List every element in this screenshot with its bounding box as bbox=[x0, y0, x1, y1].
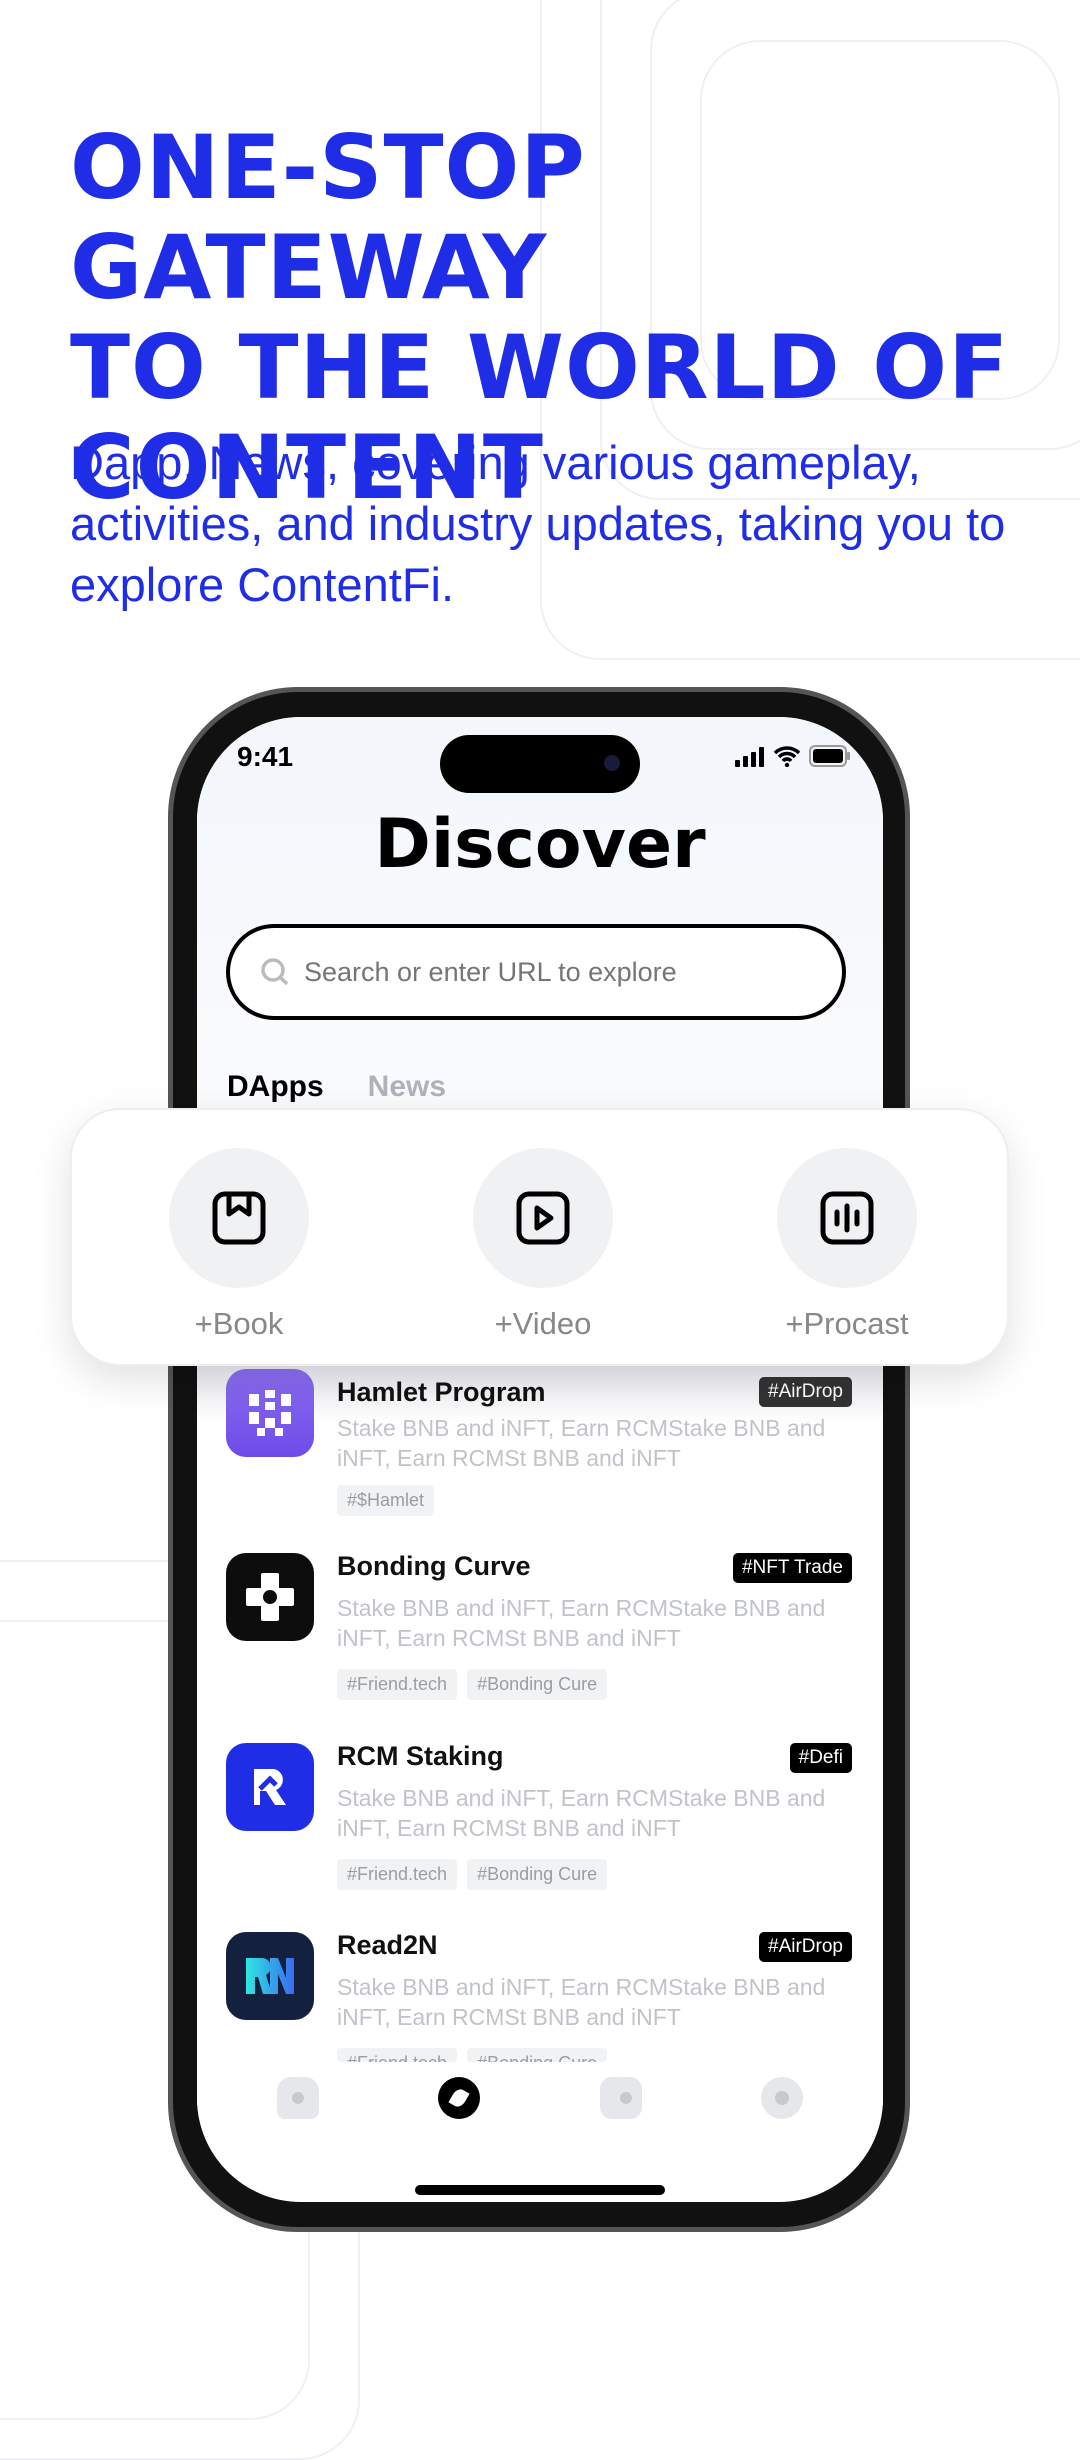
item-badge: #NFT Trade bbox=[732, 1553, 852, 1583]
battery-icon bbox=[809, 745, 850, 767]
item-badge: #AirDrop bbox=[759, 1932, 852, 1962]
home-indicator[interactable] bbox=[415, 2185, 665, 2195]
item-tag[interactable]: #Friend.tech bbox=[337, 1859, 458, 1890]
item-title: RCM Staking bbox=[337, 1741, 504, 1771]
item-description: Stake BNB and iNFT, Earn RCMStake BNB an… bbox=[337, 1974, 826, 2030]
action-label: +Book bbox=[194, 1306, 284, 1341]
item-title: Bonding Curve bbox=[337, 1551, 531, 1581]
dynamic-island bbox=[440, 735, 640, 793]
item-tag[interactable]: #Friend.tech bbox=[337, 2048, 458, 2062]
wifi-icon bbox=[773, 746, 801, 767]
bonding-curve-app-icon bbox=[226, 1553, 314, 1641]
search-icon bbox=[261, 958, 289, 986]
item-tag[interactable]: #Bonding Cure bbox=[467, 1669, 608, 1700]
headline-line: TO THE WORLD OF bbox=[70, 316, 1010, 419]
profile-icon[interactable] bbox=[761, 2077, 804, 2119]
item-description: Stake BNB and iNFT, Earn RCMStake BNB an… bbox=[337, 1595, 826, 1651]
item-tag[interactable]: #$Hamlet bbox=[337, 1485, 435, 1516]
status-time: 9:41 bbox=[237, 741, 294, 772]
item-description: Stake BNB and iNFT, Earn RCMStake BNB an… bbox=[337, 1415, 826, 1471]
rcm-staking-app-icon bbox=[226, 1743, 314, 1831]
search-bar[interactable] bbox=[226, 924, 846, 1020]
quick-actions-card: +Book +Video +Procast bbox=[70, 1108, 1009, 1366]
action-label: +Video bbox=[494, 1306, 592, 1341]
bookmark-icon bbox=[212, 1191, 266, 1245]
item-badge: #AirDrop bbox=[759, 1377, 852, 1407]
status-icons bbox=[735, 745, 851, 767]
page-title: Discover bbox=[374, 805, 706, 884]
item-title: Read2N bbox=[337, 1930, 438, 1960]
bottom-nav bbox=[197, 2062, 883, 2152]
hamlet-app-icon bbox=[226, 1369, 314, 1457]
home-icon[interactable] bbox=[276, 2077, 319, 2119]
add-book-button[interactable]: +Book bbox=[139, 1148, 339, 1342]
item-tag[interactable]: #Bonding Cure bbox=[467, 1859, 608, 1890]
read2n-app-icon bbox=[226, 1932, 314, 2020]
list-item[interactable]: RCM Staking #Defi Stake BNB and iNFT, Ea… bbox=[226, 1741, 852, 1913]
tab-dapps[interactable]: DApps bbox=[227, 1070, 324, 1104]
add-podcast-button[interactable]: +Procast bbox=[747, 1148, 947, 1342]
action-label: +Procast bbox=[785, 1306, 909, 1341]
add-video-button[interactable]: +Video bbox=[443, 1148, 643, 1342]
list-item[interactable]: Hamlet Program #AirDrop Stake BNB and iN… bbox=[226, 1369, 852, 1539]
item-description: Stake BNB and iNFT, Earn RCMStake BNB an… bbox=[337, 1785, 826, 1841]
play-icon bbox=[516, 1191, 570, 1245]
item-tag[interactable]: #Friend.tech bbox=[337, 1669, 458, 1700]
item-title: Hamlet Program bbox=[337, 1377, 546, 1407]
wallet-icon[interactable] bbox=[599, 2077, 642, 2119]
discover-icon[interactable] bbox=[438, 2077, 481, 2119]
headline-line: ONE-STOP GATEWAY bbox=[70, 116, 586, 319]
tab-news[interactable]: News bbox=[368, 1070, 446, 1104]
audio-icon bbox=[820, 1191, 874, 1245]
subtitle: Dapp, News, covering various gameplay, a… bbox=[70, 436, 1006, 611]
phone-screen: 9:41 Discover DApps News Hamlet Program … bbox=[197, 717, 883, 2202]
tab-bar: DApps News bbox=[227, 1070, 446, 1104]
item-badge: #Defi bbox=[789, 1743, 852, 1773]
list-item[interactable]: Bonding Curve #NFT Trade Stake BNB and i… bbox=[226, 1551, 852, 1723]
search-input[interactable] bbox=[304, 956, 784, 988]
item-tag[interactable]: #Bonding Cure bbox=[467, 2048, 608, 2062]
signal-icon bbox=[735, 747, 764, 767]
